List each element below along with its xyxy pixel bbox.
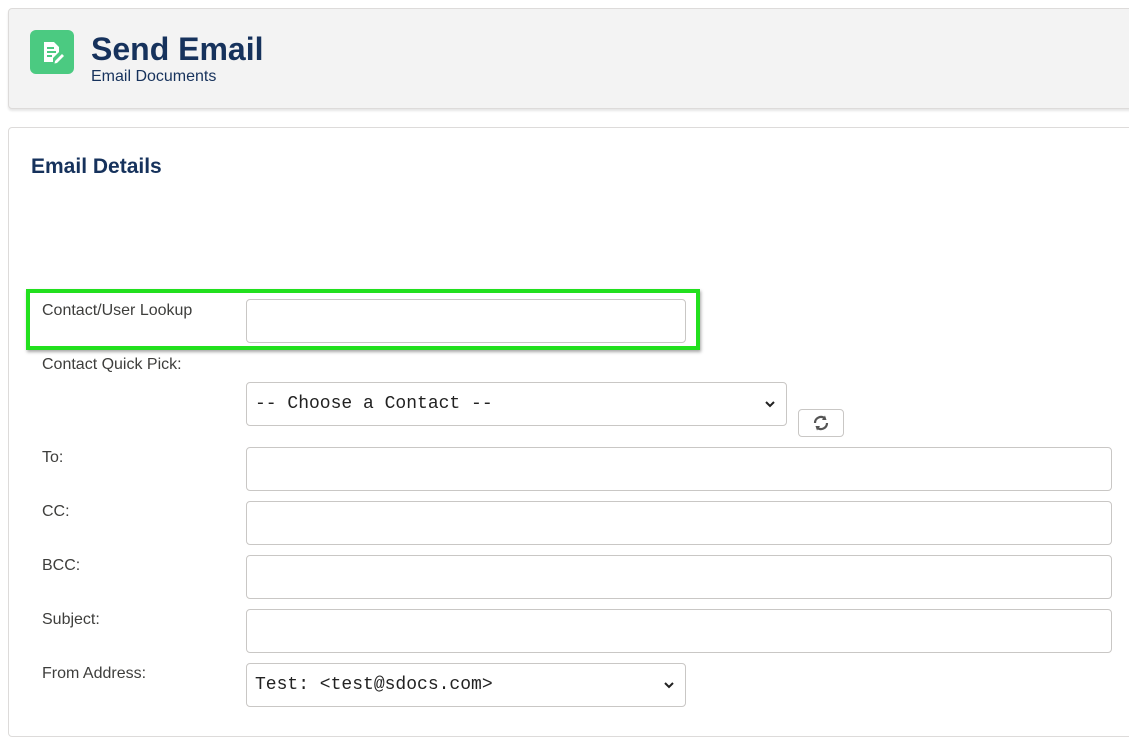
to-label: To:: [42, 449, 64, 466]
subject-input[interactable]: [246, 609, 1112, 653]
to-input[interactable]: [246, 447, 1112, 491]
bcc-input[interactable]: [246, 555, 1112, 599]
page-subtitle: Email Documents: [91, 68, 217, 85]
quick-pick-selected-value: -- Choose a Contact --: [255, 394, 493, 414]
bcc-label: BCC:: [42, 557, 81, 574]
quick-pick-label: Contact Quick Pick:: [42, 356, 182, 373]
subject-label: Subject:: [42, 611, 100, 628]
cc-input[interactable]: [246, 501, 1112, 545]
contact-quick-pick-select[interactable]: -- Choose a Contact --: [246, 382, 787, 426]
chevron-down-icon: [664, 682, 674, 689]
from-address-label: From Address:: [42, 665, 147, 682]
from-address-select[interactable]: Test: <test@sdocs.com>: [246, 663, 686, 707]
from-address-selected-value: Test: <test@sdocs.com>: [255, 675, 493, 695]
page-title: Send Email: [91, 31, 264, 67]
contact-lookup-input[interactable]: [246, 299, 686, 343]
document-edit-icon: [30, 30, 74, 74]
cc-label: CC:: [42, 503, 70, 520]
lookup-label: Contact/User Lookup: [42, 302, 193, 319]
refresh-icon: [813, 415, 829, 431]
card-title: Email Details: [31, 155, 162, 178]
chevron-down-icon: [765, 401, 775, 408]
refresh-button[interactable]: [798, 409, 844, 437]
